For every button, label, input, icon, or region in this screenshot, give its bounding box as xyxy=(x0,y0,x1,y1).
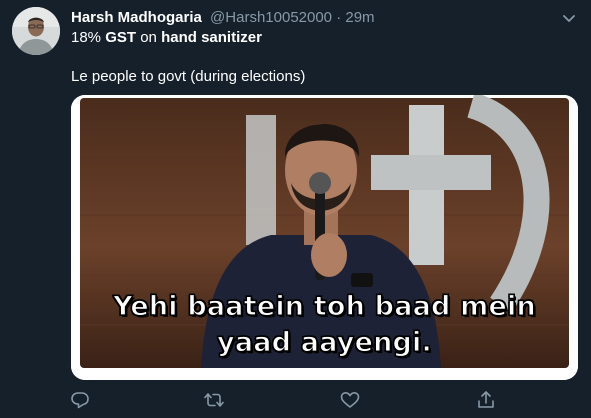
text-part: on xyxy=(136,29,162,46)
meme-caption-line1: Yehi baatein toh baad mein xyxy=(112,290,536,322)
tweet-header: Harsh Madhogaria @Harsh10052000 · 29m xyxy=(71,8,561,28)
chevron-down-icon[interactable] xyxy=(561,10,577,26)
tweet-actions xyxy=(0,388,591,412)
meme-caption-line2: yaad aayengi. xyxy=(216,326,432,358)
avatar[interactable] xyxy=(12,7,60,55)
timestamp[interactable]: 29m xyxy=(345,9,374,26)
like-icon[interactable] xyxy=(340,390,360,410)
text-part: 18% xyxy=(71,29,106,46)
text-part-bold: GST xyxy=(105,29,137,46)
separator-dot: · xyxy=(336,9,342,26)
retweet-icon[interactable] xyxy=(204,390,224,410)
reply-icon[interactable] xyxy=(70,390,90,410)
tweet-text-line1: 18% GST on hand sanitizer xyxy=(71,28,262,48)
author-handle[interactable]: @Harsh10052000 xyxy=(210,9,332,26)
tweet-text-line2: Le people to govt (during elections) xyxy=(71,68,306,85)
share-icon[interactable] xyxy=(476,390,496,410)
tweet-media[interactable]: Yehi baatein toh baad mein yaad aayengi. xyxy=(71,95,578,380)
tweet-card[interactable]: Harsh Madhogaria @Harsh10052000 · 29m 18… xyxy=(0,0,591,418)
text-part-bold: hand sanitizer xyxy=(161,29,262,46)
author-name[interactable]: Harsh Madhogaria xyxy=(71,9,202,26)
avatar-image xyxy=(12,7,60,55)
